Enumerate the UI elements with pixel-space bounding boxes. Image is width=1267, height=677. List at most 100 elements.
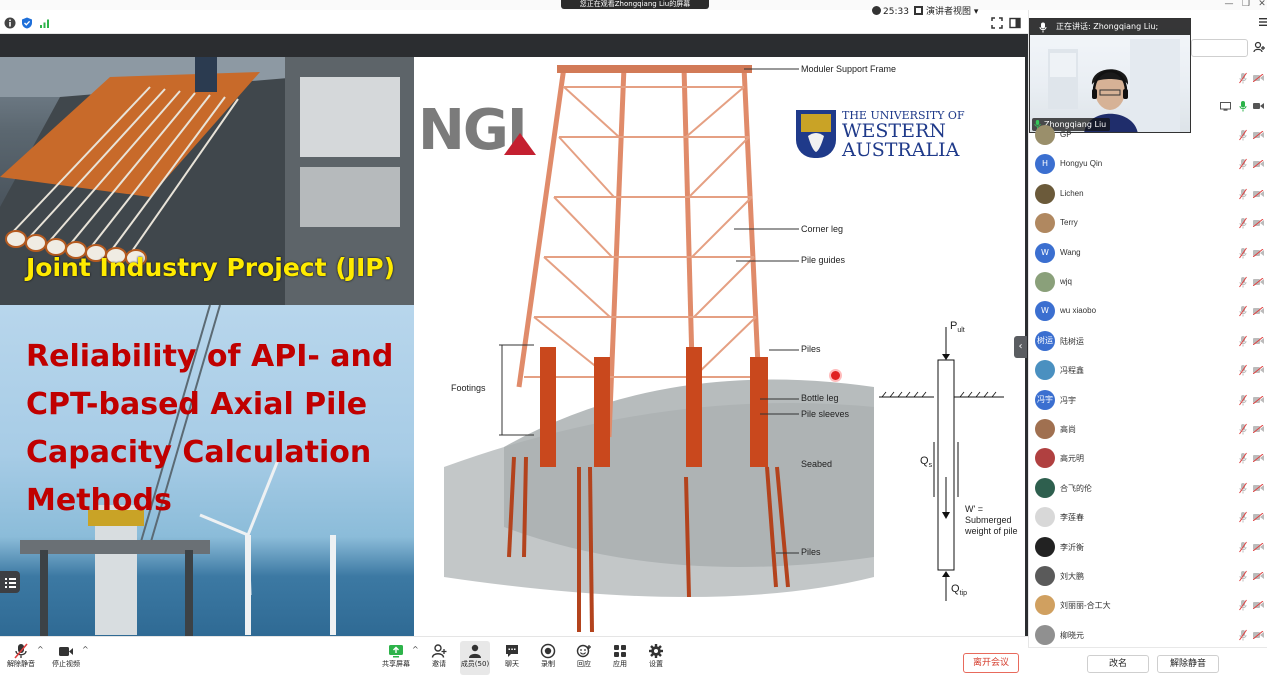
avatar bbox=[1035, 360, 1055, 381]
participant-row[interactable]: 树运 陆树运 bbox=[1034, 328, 1267, 357]
video-off-icon bbox=[1253, 542, 1264, 551]
avatar bbox=[1035, 448, 1055, 469]
avatar bbox=[1035, 419, 1055, 439]
participant-row[interactable]: Wwu xiaobo bbox=[1034, 298, 1267, 327]
collapse-panel-button[interactable]: ‹ bbox=[1014, 336, 1027, 358]
mic-muted-icon bbox=[1239, 217, 1247, 229]
rename-button[interactable]: 改名 bbox=[1087, 655, 1149, 673]
participant-row[interactable]: 李沂衡 bbox=[1034, 534, 1267, 563]
share-screen-icon bbox=[389, 645, 403, 658]
mic-muted-icon bbox=[1239, 72, 1247, 84]
unmute-button[interactable]: 解除静音 bbox=[6, 641, 36, 675]
view-mode-dropdown[interactable]: 演讲者视图 ▾ bbox=[914, 6, 978, 18]
close-button[interactable]: ✕ bbox=[1255, 0, 1267, 10]
avatar bbox=[1035, 507, 1055, 528]
security-shield-icon[interactable] bbox=[21, 17, 33, 29]
participant-row[interactable]: 高元明 bbox=[1034, 445, 1267, 474]
unmute-all-button[interactable]: 解除静音 bbox=[1157, 655, 1219, 673]
mic-muted-icon bbox=[1239, 159, 1247, 170]
avatar: 树运 bbox=[1035, 330, 1055, 351]
video-off-icon bbox=[1253, 219, 1264, 228]
invite-user-icon bbox=[431, 644, 447, 658]
menu-icon[interactable] bbox=[1259, 17, 1267, 27]
split-view-icon[interactable] bbox=[1009, 17, 1021, 29]
speaking-mic-icon bbox=[1039, 22, 1047, 33]
video-off-icon bbox=[1253, 601, 1264, 610]
label-q-tip: Qtip bbox=[951, 583, 967, 598]
label-p-ult: Pult bbox=[950, 320, 965, 335]
participant-name: 合飞的伦 bbox=[1060, 483, 1092, 493]
participant-name: 刘丽丽-合工大 bbox=[1060, 601, 1111, 611]
jip-title: Joint Industry Project (JIP) bbox=[26, 253, 396, 282]
settings-button[interactable]: 设置 bbox=[641, 641, 671, 675]
avatar bbox=[1035, 536, 1055, 557]
participant-name: 冯程鑫 bbox=[1060, 366, 1084, 376]
video-off-icon bbox=[1253, 425, 1264, 433]
laser-pointer bbox=[831, 371, 840, 380]
invite-button[interactable]: 邀请 bbox=[424, 641, 454, 675]
speaking-indicator: 正在讲话: Zhongqiang Liu; bbox=[1030, 19, 1190, 35]
panel-footer: 改名 解除静音 bbox=[1028, 647, 1267, 677]
participant-name: wjq bbox=[1060, 277, 1073, 286]
restore-button[interactable]: ❐ bbox=[1239, 0, 1253, 10]
info-icon[interactable] bbox=[4, 17, 16, 29]
participant-row[interactable]: GP bbox=[1034, 122, 1267, 151]
mic-muted-icon bbox=[1239, 541, 1247, 553]
participant-row[interactable]: 高尚 bbox=[1034, 416, 1267, 445]
participant-row[interactable]: 刘丽丽-合工大 bbox=[1034, 592, 1267, 621]
video-options-chevron-icon[interactable]: ^ bbox=[82, 645, 89, 654]
meeting-window: 您正在观看Zhongqiang Liu的屏幕 — ❐ ✕ 25:33 演讲者视图… bbox=[0, 0, 1267, 677]
participant-row[interactable]: wjq bbox=[1034, 269, 1267, 298]
video-off-icon bbox=[1253, 307, 1264, 316]
members-button[interactable]: 成员(50) bbox=[460, 641, 490, 675]
share-screen-button[interactable]: 共享屏幕 bbox=[381, 641, 411, 675]
participant-search-input[interactable] bbox=[1191, 39, 1248, 57]
chevron-down-icon: ▾ bbox=[973, 7, 979, 17]
mic-muted-icon bbox=[1239, 511, 1247, 523]
chat-button[interactable]: 聊天 bbox=[497, 641, 527, 675]
minimize-button[interactable]: — bbox=[1222, 0, 1236, 10]
participant-name: 冯宇 bbox=[1060, 395, 1076, 405]
reactions-button[interactable]: 回应 bbox=[569, 641, 599, 675]
avatar: W bbox=[1035, 242, 1055, 263]
participant-row[interactable]: W Wang bbox=[1034, 240, 1267, 269]
label-piles-top: Piles bbox=[801, 344, 821, 354]
participant-name: wu xiaobo bbox=[1060, 306, 1097, 316]
participant-row[interactable]: Terry bbox=[1034, 210, 1267, 239]
participant-row[interactable]: 冯程鑫 bbox=[1034, 357, 1267, 386]
participant-row[interactable]: 冯宇 冯宇 bbox=[1034, 387, 1267, 416]
mic-muted-icon bbox=[1239, 335, 1247, 347]
video-off-icon bbox=[1253, 483, 1264, 492]
mic-muted-icon bbox=[1239, 306, 1247, 317]
mic-muted-icon bbox=[1239, 629, 1247, 641]
label-corner-leg: Corner leg bbox=[801, 224, 844, 234]
video-off-icon bbox=[1253, 572, 1264, 580]
participant-row[interactable]: H Hongyu Qin bbox=[1034, 151, 1267, 180]
avatar bbox=[1035, 213, 1055, 234]
list-toggle-button[interactable] bbox=[0, 571, 20, 593]
participant-row[interactable]: 李莲春 bbox=[1034, 504, 1267, 533]
video-off-icon bbox=[1253, 336, 1264, 345]
audio-options-chevron-icon[interactable]: ^ bbox=[37, 645, 44, 654]
participant-row[interactable]: 合飞的伦 bbox=[1034, 475, 1267, 504]
participant-name: 李沂衡 bbox=[1060, 542, 1084, 552]
mic-muted-icon bbox=[1239, 364, 1247, 376]
apps-button[interactable]: 应用 bbox=[605, 641, 635, 675]
participant-row[interactable]: Lichen bbox=[1034, 181, 1267, 210]
record-button[interactable]: 录制 bbox=[533, 641, 563, 675]
video-off-icon bbox=[1253, 248, 1264, 257]
speaker-video-tile[interactable]: 正在讲话: Zhongqiang Liu; Zhongqiang Liu bbox=[1029, 18, 1191, 133]
leave-meeting-button[interactable]: 离开会议 bbox=[963, 653, 1019, 673]
participant-row[interactable]: 刘大鹏 bbox=[1034, 563, 1267, 592]
share-options-chevron-icon[interactable]: ^ bbox=[412, 645, 419, 654]
clock-icon bbox=[872, 6, 881, 15]
add-user-icon[interactable] bbox=[1253, 41, 1265, 53]
signal-strength-icon[interactable] bbox=[39, 17, 51, 29]
stop-video-button[interactable]: 停止视频 bbox=[51, 641, 81, 675]
meeting-toolbar: 解除静音 ^ 停止视频 ^ 共享屏幕 ^ 邀请 成员(50) 聊天 录制 回应 … bbox=[0, 636, 1028, 677]
mic-muted-icon bbox=[1239, 600, 1247, 611]
avatar bbox=[1035, 595, 1055, 616]
fullscreen-icon[interactable] bbox=[991, 17, 1003, 29]
video-off-icon bbox=[1253, 189, 1264, 198]
screen-share-icon bbox=[1220, 102, 1231, 111]
